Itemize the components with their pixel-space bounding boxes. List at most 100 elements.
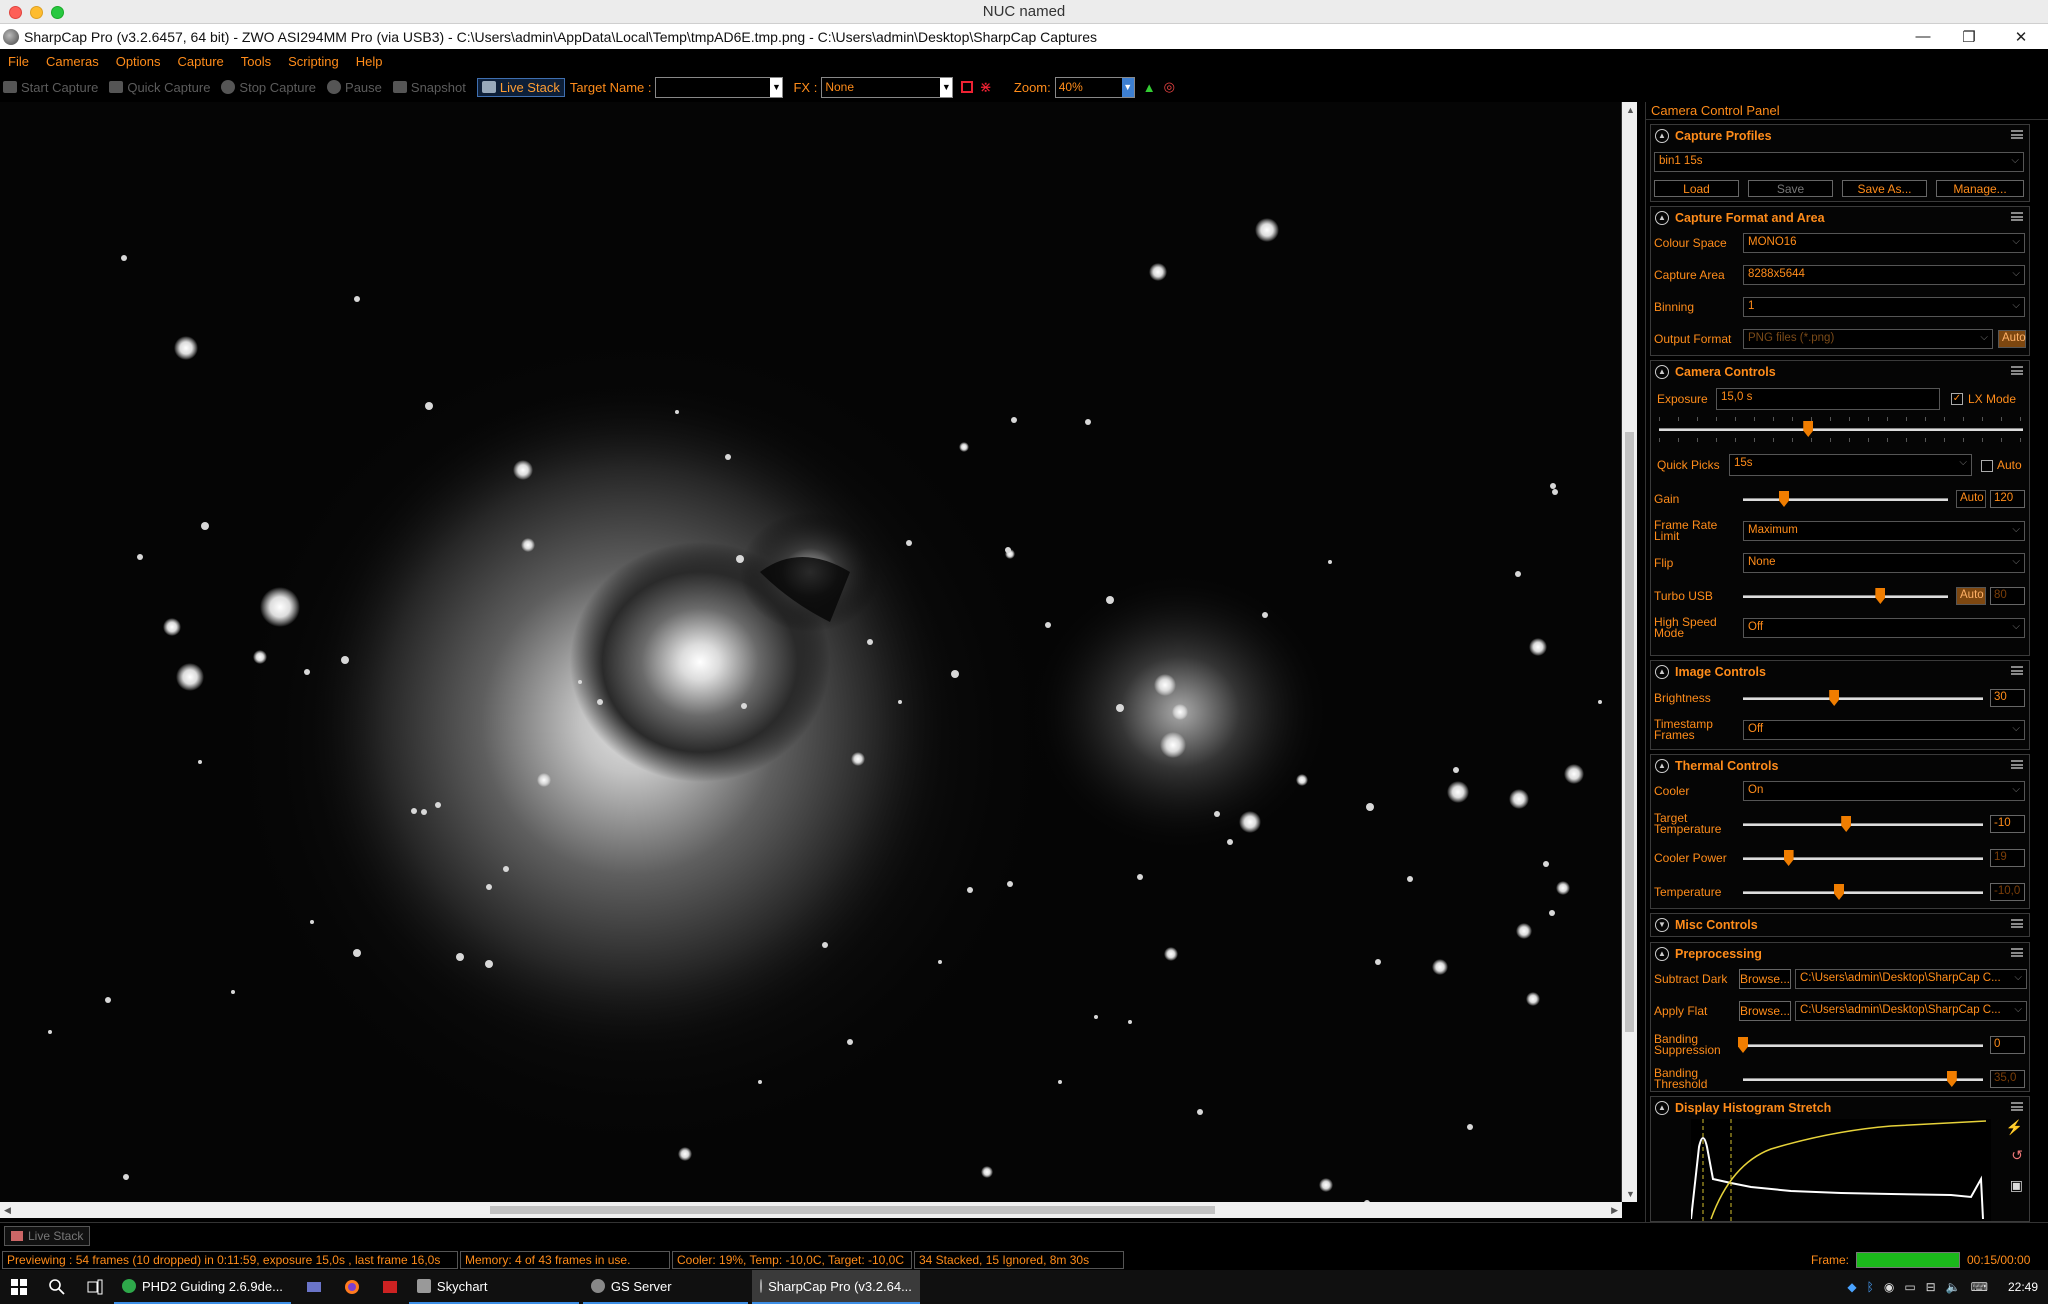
lx-mode-checkbox[interactable]: ✓ [1951,393,1963,405]
image-controls-header[interactable]: ▲ Image Controls [1651,661,2029,683]
brightness-value[interactable]: 30 [1990,689,2025,707]
colour-space-select[interactable]: MONO16 ⌵ [1743,233,2025,253]
misc-controls-header[interactable]: ▼ Misc Controls [1651,914,2029,936]
collapse-icon[interactable]: ▲ [1655,947,1669,961]
gain-slider-thumb[interactable] [1779,491,1789,507]
turbo-usb-value[interactable]: 80 [1990,587,2025,605]
menu-options[interactable]: Options [116,54,161,69]
asi-icon[interactable] [381,1278,399,1296]
histogram-header[interactable]: ▲ Display Histogram Stretch [1651,1097,2029,1119]
minimize-button[interactable]: — [1900,24,1946,49]
windows-start-icon[interactable] [10,1278,28,1296]
collapse-icon[interactable]: ▲ [1655,211,1669,225]
menu-help[interactable]: Help [356,54,383,69]
frame-rate-select[interactable]: Maximum ⌵ [1743,521,2025,541]
thermal-controls-header[interactable]: ▲ Thermal Controls [1651,755,2029,777]
volume-icon[interactable]: 🔈 [1946,1280,1961,1294]
turbo-usb-auto-button[interactable]: Auto [1956,587,1986,605]
task-view-icon[interactable] [86,1278,104,1296]
chevron-down-icon[interactable]: ▼ [940,77,953,97]
collapse-icon[interactable]: ▲ [1655,365,1669,379]
turbo-usb-slider-track[interactable] [1743,595,1948,598]
exposure-input[interactable]: 15,0 s [1716,388,1940,410]
tray-app-icon[interactable]: ◉ [1884,1280,1894,1294]
banding-suppression-value[interactable]: 0 [1990,1036,2025,1054]
manage-button[interactable]: Manage... [1936,180,2024,197]
banding-suppression-slider-track[interactable] [1743,1044,1983,1047]
restore-button[interactable]: ❐ [1946,24,1992,49]
scroll-right-icon[interactable]: ▶ [1611,1205,1618,1216]
gain-slider-track[interactable] [1743,498,1948,501]
gain-auto-button[interactable]: Auto [1956,490,1986,508]
timestamp-select[interactable]: Off ⌵ [1743,720,2025,740]
network-drive-icon[interactable]: ◆ [1847,1280,1856,1294]
expand-icon[interactable]: ▼ [1655,918,1669,932]
close-traffic-light[interactable] [9,6,22,19]
target-temp-value[interactable]: -10 [1990,815,2025,833]
menu-icon[interactable] [2011,366,2023,375]
menu-scripting[interactable]: Scripting [288,54,339,69]
output-format-select[interactable]: PNG files (*.png) ⌵ [1743,329,1993,349]
cooler-select[interactable]: On ⌵ [1743,781,2025,801]
generic-app-icon[interactable] [305,1278,323,1296]
stop-capture-button[interactable]: Stop Capture [221,80,316,95]
scroll-left-icon[interactable]: ◀ [4,1205,11,1216]
vertical-scrollbar[interactable]: ▲ ▼ [1622,102,1637,1202]
reticle-icon[interactable]: ⋇ [979,78,992,96]
chevron-down-icon[interactable]: ▼ [770,77,783,97]
alarm-icon[interactable]: ◎ [1164,79,1175,95]
live-stack-tab[interactable]: Live Stack [4,1226,91,1246]
select-area-icon[interactable] [961,81,974,93]
zoom-select[interactable]: 40% ▼ [1054,76,1135,98]
bluetooth-icon[interactable]: ᛒ [1867,1280,1874,1294]
capture-profiles-header[interactable]: ▲ Capture Profiles [1651,125,2029,147]
menu-icon[interactable] [2011,760,2023,769]
scroll-down-icon[interactable]: ▼ [1626,1189,1635,1199]
quick-picks-select[interactable]: 15s ⌵ [1729,454,1972,476]
collapse-icon[interactable]: ▲ [1655,665,1669,679]
minimize-traffic-light[interactable] [30,6,43,19]
notification-icon[interactable]: ▭ [1904,1280,1915,1294]
dark-path-select[interactable]: C:\Users\admin\Desktop\SharpCap C... ⌵ [1795,969,2027,989]
menu-icon[interactable] [2011,1102,2023,1111]
scroll-up-icon[interactable]: ▲ [1626,105,1635,115]
menu-cameras[interactable]: Cameras [46,54,99,69]
keyboard-icon[interactable]: ⌨ [1971,1280,1988,1294]
auto-stretch-icon[interactable]: ⚡ [2006,1119,2023,1136]
taskbar-skychart[interactable]: Skychart [408,1270,579,1304]
menu-file[interactable]: File [8,54,29,69]
brightness-slider-thumb[interactable] [1829,690,1840,706]
fx-select[interactable]: None ▼ [821,76,954,98]
flip-select[interactable]: None ⌵ [1743,553,2025,573]
menu-icon[interactable] [2011,948,2023,957]
menu-icon[interactable] [2011,212,2023,221]
output-format-auto[interactable]: Auto [1998,330,2026,348]
menu-tools[interactable]: Tools [241,54,271,69]
exposure-slider-thumb[interactable] [1803,421,1814,437]
close-button[interactable]: ✕ [1998,24,2044,49]
preprocessing-header[interactable]: ▲ Preprocessing [1651,943,2029,965]
save-as-button[interactable]: Save As... [1842,180,1927,197]
gain-value[interactable]: 120 [1990,490,2025,508]
start-capture-button[interactable]: Start Capture [3,80,98,95]
menu-icon[interactable] [2011,919,2023,928]
search-icon[interactable] [48,1278,66,1296]
banding-suppression-slider-thumb[interactable] [1738,1037,1748,1053]
target-name-input[interactable]: ▼ [655,76,784,98]
taskbar-sharpcap[interactable]: SharpCap Pro (v3.2.64... [751,1270,920,1304]
menu-icon[interactable] [2011,666,2023,675]
binning-select[interactable]: 1 ⌵ [1743,297,2025,317]
taskbar-phd2[interactable]: PHD2 Guiding 2.6.9de... [114,1270,291,1304]
menu-icon[interactable] [2011,130,2023,139]
high-speed-select[interactable]: Off ⌵ [1743,618,2025,638]
flat-browse-button[interactable]: Browse... [1739,1001,1791,1021]
target-temp-slider-thumb[interactable] [1841,816,1852,832]
quick-capture-button[interactable]: Quick Capture [109,80,210,95]
clock[interactable]: 22:49 [2008,1270,2038,1304]
chevron-down-icon[interactable]: ▼ [1121,77,1134,97]
quick-picks-auto-checkbox[interactable] [1981,460,1993,472]
image-viewport[interactable] [0,102,1622,1202]
menu-capture[interactable]: Capture [178,54,224,69]
load-button[interactable]: Load [1654,180,1739,197]
horizontal-scroll-thumb[interactable] [490,1206,1215,1214]
